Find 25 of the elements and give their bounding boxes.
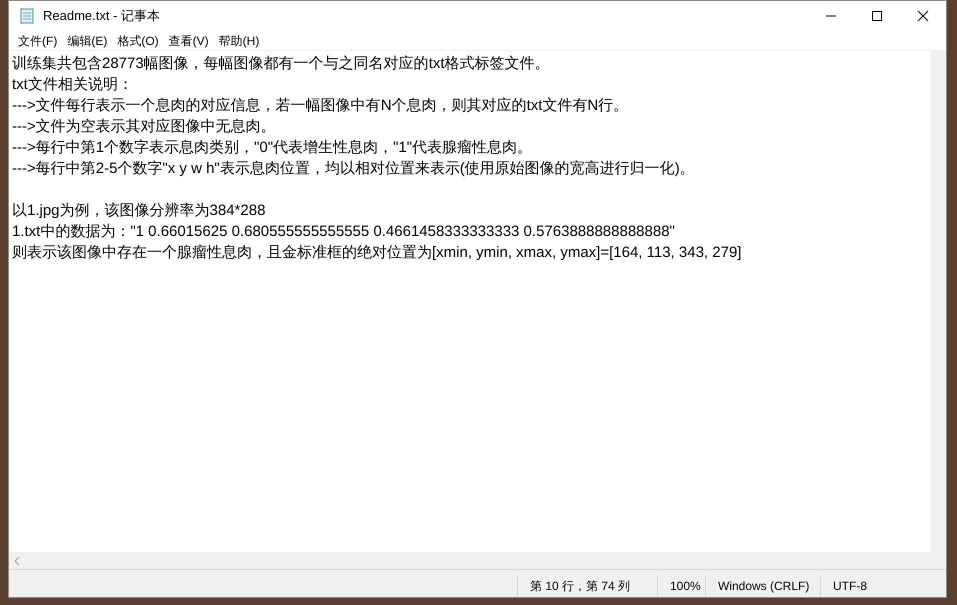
text-line: --->每行中第1个数字表示息肉类别，"0"代表增生性息肉，"1"代表腺瘤性息肉。 [12, 138, 532, 158]
status-text: UTF-8 [833, 578, 867, 595]
status-text: 第 10 行，第 74 列 [530, 578, 630, 595]
menu-item[interactable]: 文件(F) [13, 31, 62, 50]
horizontal-scrollbar[interactable] [9, 552, 946, 569]
text-line: txt文件相关说明： [12, 75, 133, 95]
menu-item[interactable]: 帮助(H) [214, 31, 264, 50]
text-line: 训练集共包含28773幅图像，每幅图像都有一个与之同名对应的txt格式标签文件。 [12, 54, 550, 74]
window-title: Readme.txt - 记事本 [43, 7, 160, 26]
text-line: --->文件为空表示其对应图像中无息肉。 [12, 117, 276, 137]
status-text: 100% [670, 578, 701, 595]
notepad-icon [19, 8, 35, 24]
text-line: 则表示该图像中存在一个腺瘤性息肉，且金标准框的绝对位置为[xmin, ymin, xmax, ymax]=[164, 113, 343, 279] [12, 243, 742, 263]
text-line: 以1.jpg为例，该图像分辨率为384*288 [12, 201, 266, 221]
close-icon [917, 10, 929, 22]
menu-item[interactable]: 查看(V) [164, 31, 214, 50]
maximize-icon [871, 10, 883, 22]
scroll-left-icon[interactable] [13, 556, 21, 566]
vertical-scrollbar[interactable] [931, 51, 946, 552]
text-line: 1.txt中的数据为："1 0.66015625 0.680555555555555 0.4661458333333333 0.5763888888888888" [12, 222, 675, 242]
menu-item[interactable]: 格式(O) [112, 31, 164, 50]
text-line: --->文件每行表示一个息肉的对应信息，若一幅图像中有N个息肉，则其对应的txt文件有N行。 [12, 96, 628, 116]
menu-item[interactable]: 编辑(E) [62, 31, 112, 50]
text-line: --->每行中第2-5个数字"x y w h"表示息肉位置，均以相对位置来表示(使用原始图像的宽高进行归一化)。 [12, 159, 695, 179]
status-text: Windows (CRLF) [718, 578, 810, 595]
